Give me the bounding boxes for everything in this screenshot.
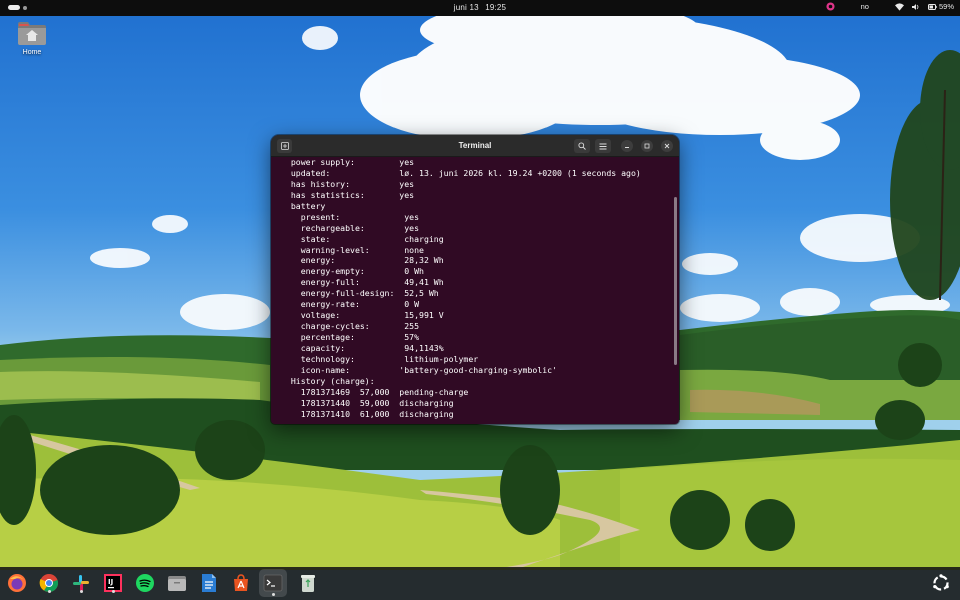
terminal-line: voltage: 15,991 V: [281, 310, 444, 321]
battery-icon[interactable]: [927, 3, 937, 11]
terminal-window[interactable]: Terminal power supply: yes updated: lø. …: [271, 135, 679, 424]
wifi-icon[interactable]: [894, 2, 904, 11]
terminal-line: 1781371410 61,000 discharging: [281, 408, 454, 419]
running-indicator: [79, 590, 83, 593]
terminal-line: has history: yes: [281, 178, 415, 189]
dock-item-app-center[interactable]: [230, 572, 252, 594]
terminal-scrollbar[interactable]: [674, 197, 677, 365]
terminal-line: warning-level: none: [281, 244, 424, 255]
desktop-icon-home[interactable]: Home: [14, 20, 50, 56]
terminal-output[interactable]: power supply: yes updated: lø. 13. juni …: [271, 157, 679, 424]
terminal-line: energy-full: 49,41 Wh: [281, 277, 444, 288]
clock-time: 19:25: [485, 3, 507, 12]
show-apps-icon: [933, 574, 949, 591]
terminal-line: updated: lø. 13. juni 2026 kl. 19.24 +02…: [281, 167, 641, 178]
clock-button[interactable]: juni 13 19:25: [0, 3, 960, 12]
files-icon: [168, 576, 186, 591]
volume-icon[interactable]: [911, 3, 920, 11]
notification-app-icon[interactable]: [826, 2, 835, 11]
spotify-icon: [136, 574, 154, 592]
menu-button[interactable]: [595, 139, 611, 153]
terminal-line: History (charge):: [281, 375, 375, 386]
close-button[interactable]: [661, 140, 673, 152]
dock-item-spotify[interactable]: [134, 572, 156, 594]
system-tray[interactable]: no 59%: [826, 2, 954, 11]
dock-item-terminal[interactable]: [259, 569, 287, 597]
dock-item-files[interactable]: [166, 572, 188, 594]
svg-text:IJ: IJ: [108, 578, 113, 586]
terminal-line: icon-name: 'battery-good-charging-symbol…: [281, 364, 558, 375]
trash-icon: [301, 575, 315, 592]
terminal-line: capacity: 94,1143%: [281, 342, 444, 353]
dock-item-slack[interactable]: [70, 572, 92, 594]
dock-item-writer[interactable]: [198, 572, 220, 594]
clock-date: juni 13: [453, 3, 479, 12]
terminal-line: energy-rate: 0 W: [281, 299, 420, 310]
battery-percentage: 59%: [938, 2, 954, 11]
dock-item-show-apps[interactable]: [930, 572, 952, 594]
dock-item-trash[interactable]: [297, 572, 319, 594]
writer-icon: [202, 574, 216, 592]
terminal-line: rechargeable: yes: [281, 222, 420, 233]
terminal-line: 1781371469 57,000 pending-charge: [281, 386, 469, 397]
terminal-line: present: yes: [281, 211, 420, 222]
dock-item-firefox[interactable]: [6, 572, 28, 594]
running-indicator: [271, 593, 275, 596]
top-panel: juni 13 19:25 no 59%: [0, 0, 960, 16]
terminal-line: battery: [281, 200, 326, 211]
terminal-line: power supply: yes: [281, 157, 415, 167]
dock-item-intellij[interactable]: IJ: [102, 572, 124, 594]
dock-item-chrome[interactable]: [38, 572, 60, 594]
maximize-icon: [644, 143, 650, 149]
search-icon: [578, 142, 586, 150]
desktop-icon-label: Home: [22, 49, 42, 56]
minimize-icon: [625, 147, 629, 148]
terminal-line: state: charging: [281, 233, 444, 244]
minimize-button[interactable]: [621, 140, 633, 152]
terminal-line: percentage: 57%: [281, 332, 420, 342]
home-folder-icon: [17, 20, 47, 46]
terminal-line: charge-cycles: 255: [281, 321, 420, 332]
search-button[interactable]: [574, 139, 590, 153]
dock: IJ: [0, 567, 960, 600]
terminal-line: energy-empty: 0 Wh: [281, 266, 424, 277]
keyboard-layout-indicator[interactable]: no: [861, 2, 869, 11]
hamburger-menu-icon: [599, 143, 607, 149]
terminal-line: technology: lithium-polymer: [281, 353, 479, 364]
running-indicator: [47, 590, 51, 593]
maximize-button[interactable]: [641, 140, 653, 152]
close-icon: [664, 143, 670, 149]
firefox-icon: [8, 574, 26, 592]
terminal-headerbar[interactable]: Terminal: [271, 135, 679, 157]
terminal-line: energy: 28,32 Wh: [281, 255, 444, 266]
terminal-line: energy-full-design: 52,5 Wh: [281, 288, 439, 299]
terminal-line: 1781371440 59,000 discharging: [281, 397, 454, 408]
terminal-icon: [263, 574, 283, 592]
terminal-line: has statistics: yes: [281, 189, 415, 200]
running-indicator: [111, 590, 115, 593]
window-title: Terminal: [458, 141, 492, 150]
app-center-icon: [234, 574, 248, 591]
